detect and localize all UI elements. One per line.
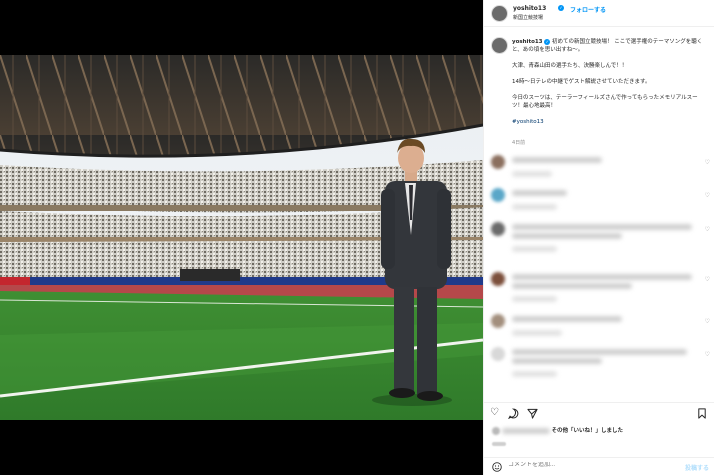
post-time: 4日前 bbox=[512, 140, 526, 146]
comment-avatar[interactable] bbox=[491, 188, 505, 202]
comment-meta-blurred bbox=[512, 246, 557, 252]
comment-input[interactable] bbox=[508, 462, 658, 468]
comment-avatar[interactable] bbox=[491, 155, 505, 169]
comment-heart-icon[interactable]: ♡ bbox=[705, 192, 710, 199]
caption-paragraph: 大津、青森山田の選手たち、決勝楽しんで！！ bbox=[512, 63, 628, 69]
comment-text-blurred bbox=[512, 358, 602, 364]
caption-avatar[interactable] bbox=[491, 37, 508, 54]
caption-paragraph: 14時〜日テレの中継でゲスト解説させていただきます。 bbox=[512, 79, 651, 85]
comment-heart-icon[interactable]: ♡ bbox=[705, 351, 710, 358]
instagram-post-view: yoshito13 ✓ フォローする 新国立競技場 yoshito13 ✓ 初め… bbox=[0, 0, 714, 475]
header-username[interactable]: yoshito13 bbox=[513, 5, 546, 12]
comment-heart-icon[interactable]: ♡ bbox=[705, 276, 710, 283]
comment-avatar[interactable] bbox=[491, 347, 505, 361]
caption-paragraph: 今日のスーツは、テーラーフィールズさんで作ってもらったメモリアルスーツ！最心地最… bbox=[512, 95, 698, 109]
post-date-blurred bbox=[492, 442, 506, 446]
post-photo[interactable] bbox=[0, 55, 483, 420]
post-side-panel: yoshito13 ✓ フォローする 新国立競技場 yoshito13 ✓ 初め… bbox=[483, 0, 714, 475]
likes-text: その他「いいね！」しました bbox=[551, 428, 624, 434]
comment-meta-blurred bbox=[512, 296, 557, 302]
caption-username[interactable]: yoshito13 bbox=[512, 39, 543, 45]
comment-meta-blurred bbox=[512, 204, 557, 210]
likes-summary[interactable]: その他「いいね！」しました bbox=[492, 426, 712, 435]
comment-meta-blurred bbox=[512, 171, 552, 177]
heart-icon[interactable]: ♡ bbox=[490, 408, 499, 418]
comment-text-blurred bbox=[512, 349, 687, 355]
comment-meta-blurred bbox=[512, 330, 562, 336]
avatar[interactable] bbox=[491, 5, 508, 22]
location-link[interactable]: 新国立競技場 bbox=[513, 14, 543, 21]
comment-input-bar: 投稿する bbox=[484, 457, 714, 475]
comment-heart-icon[interactable]: ♡ bbox=[705, 318, 710, 325]
comment-text-blurred bbox=[512, 283, 632, 289]
comment-avatar[interactable] bbox=[491, 222, 505, 236]
follow-button[interactable]: フォローする bbox=[570, 5, 606, 14]
comment-meta-blurred bbox=[512, 371, 557, 377]
post-media bbox=[0, 0, 483, 475]
comment-text-blurred bbox=[512, 157, 602, 163]
comment-heart-icon[interactable]: ♡ bbox=[705, 226, 710, 233]
post-header: yoshito13 ✓ フォローする 新国立競技場 bbox=[484, 0, 714, 27]
liker-names-blurred bbox=[501, 427, 550, 434]
comment-avatar[interactable] bbox=[491, 314, 505, 328]
comment-heart-icon[interactable]: ♡ bbox=[705, 159, 710, 166]
verified-badge-icon: ✓ bbox=[558, 5, 564, 11]
hashtag-link[interactable]: #yoshito13 bbox=[512, 118, 707, 126]
paper-plane-icon[interactable] bbox=[527, 408, 538, 419]
smiley-icon[interactable] bbox=[492, 462, 502, 472]
comment-text-blurred bbox=[512, 233, 622, 239]
comment-text-blurred bbox=[512, 274, 692, 280]
post-comment-button[interactable]: 投稿する bbox=[685, 463, 709, 472]
post-actions-bar: ♡ bbox=[484, 402, 714, 422]
bookmark-icon[interactable] bbox=[697, 408, 707, 419]
comment-avatar[interactable] bbox=[491, 272, 505, 286]
comment-text-blurred bbox=[512, 224, 692, 230]
caption-verified-icon: ✓ bbox=[544, 38, 551, 45]
post-caption: yoshito13 ✓ 初めての新国立競技場！ ここで選手権のテーマソングを聴く… bbox=[512, 38, 707, 134]
comment-text-blurred bbox=[512, 190, 567, 196]
liker-avatar bbox=[492, 426, 500, 435]
comment-icon[interactable] bbox=[508, 408, 519, 419]
comment-text-blurred bbox=[512, 316, 622, 322]
